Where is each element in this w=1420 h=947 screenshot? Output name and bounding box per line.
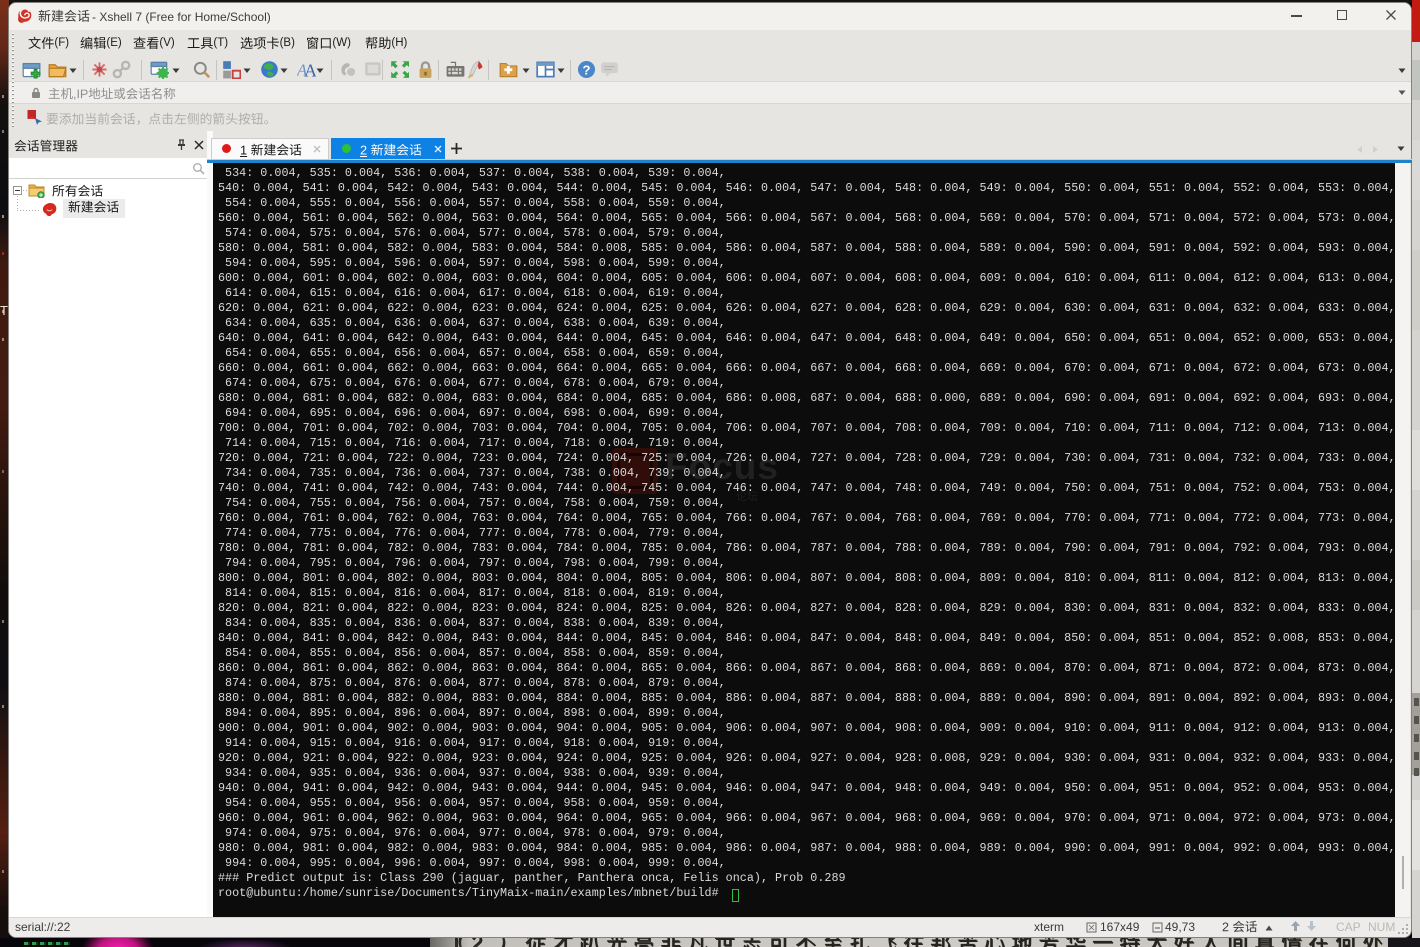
svg-text:A: A bbox=[304, 61, 316, 79]
svg-text:?: ? bbox=[582, 63, 590, 78]
